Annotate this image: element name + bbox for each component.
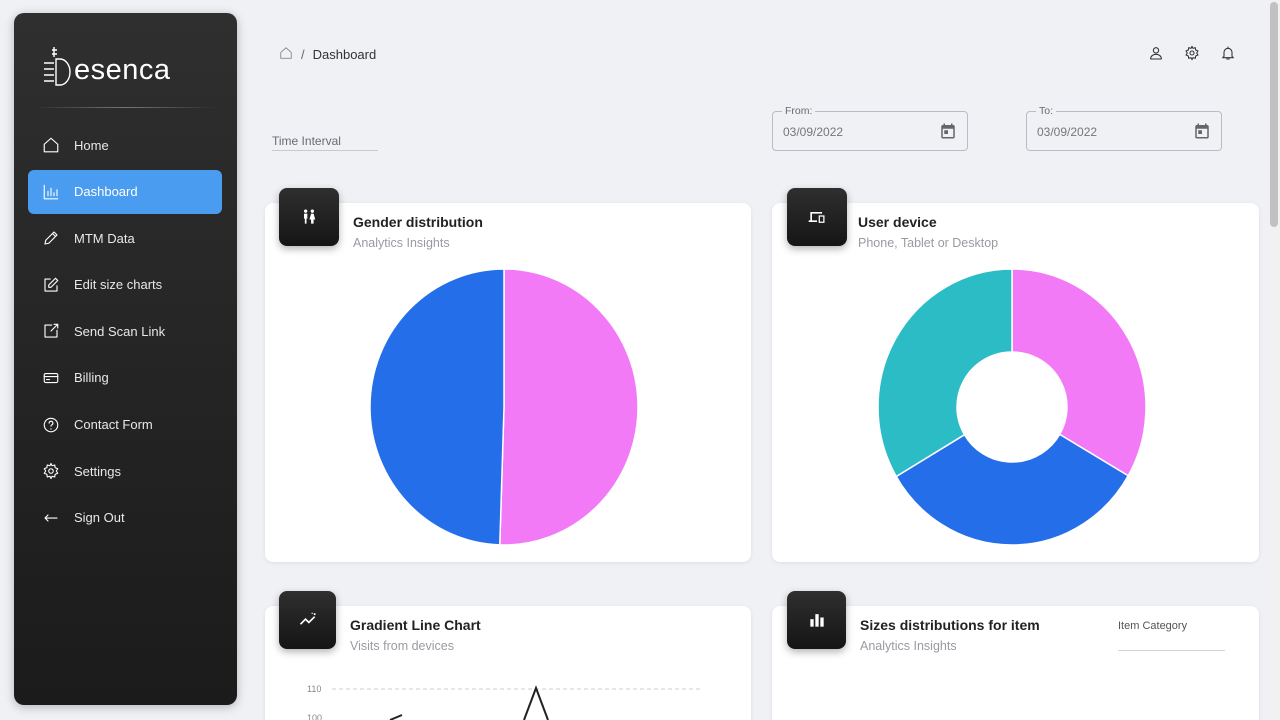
bar-chart-icon	[41, 182, 61, 202]
card-icon	[41, 368, 61, 388]
card-title: Gradient Line Chart	[350, 617, 481, 633]
to-date-label: To:	[1036, 105, 1057, 117]
card-title: Gender distribution	[353, 214, 483, 230]
y-tick-label: 110	[307, 684, 321, 694]
sidebar-item-label: Home	[74, 137, 109, 153]
sidebar-item-label: Edit size charts	[74, 277, 163, 293]
breadcrumb-separator: /	[301, 47, 305, 62]
sidebar-nav: Home Dashboard MTM Data Edit size charts…	[28, 110, 222, 540]
sidebar-item-label: MTM Data	[74, 230, 135, 246]
pencil-icon	[41, 228, 61, 248]
sidebar-item-label: Send Scan Link	[74, 323, 166, 339]
sidebar: esenca Home Dashboard MTM Data Edit size…	[14, 13, 237, 705]
sidebar-item-contact-form[interactable]: Contact Form	[28, 403, 222, 447]
pie-slice-2[interactable]	[877, 268, 1013, 478]
sidebar-item-home[interactable]: Home	[28, 123, 222, 167]
devices-icon	[787, 188, 847, 246]
bell-icon[interactable]	[1220, 45, 1236, 61]
sidebar-item-label: Contact Form	[74, 417, 153, 433]
from-date-value[interactable]: 03/09/2022	[783, 125, 843, 139]
home-icon[interactable]	[279, 46, 293, 63]
card-subtitle: Analytics Insights	[353, 236, 450, 250]
calendar-icon[interactable]	[1193, 122, 1211, 140]
brand-logo[interactable]: esenca	[42, 35, 171, 87]
bar-chart-icon	[787, 591, 846, 649]
user-device-doughnut-chart	[877, 268, 1147, 546]
gradient-line-chart: 110 100	[307, 684, 702, 720]
sidebar-item-label: Sign Out	[74, 510, 125, 526]
sidebar-item-label: Dashboard	[74, 184, 138, 200]
item-category-select[interactable]: Item Category	[1118, 620, 1225, 651]
sidebar-item-label: Settings	[74, 463, 121, 479]
page-scrollbar[interactable]	[1268, 0, 1280, 720]
sidebar-divider	[34, 107, 217, 108]
edit-icon	[41, 275, 61, 295]
sidebar-item-label: Billing	[74, 370, 109, 386]
logo-mark-icon	[44, 47, 71, 86]
sidebar-item-edit-size-charts[interactable]: Edit size charts	[28, 263, 222, 307]
from-date-field[interactable]: From: 03/09/2022	[772, 105, 968, 151]
pie-slice-1[interactable]	[369, 268, 505, 546]
sign-out-icon	[41, 508, 61, 528]
time-interval-select[interactable]: Time Interval	[272, 134, 378, 151]
sidebar-item-mtm-data[interactable]: MTM Data	[28, 216, 222, 260]
pie-slice-0[interactable]	[1011, 268, 1147, 477]
sidebar-item-settings[interactable]: Settings	[28, 449, 222, 493]
sidebar-item-billing[interactable]: Billing	[28, 356, 222, 400]
card-subtitle: Visits from devices	[350, 639, 454, 653]
card-subtitle: Phone, Tablet or Desktop	[858, 236, 999, 250]
from-date-label: From:	[782, 105, 816, 117]
y-tick-label: 100	[307, 713, 322, 720]
breadcrumb-current: Dashboard	[312, 47, 377, 62]
card-title: User device	[858, 214, 937, 230]
card-title: Sizes distributions for item	[860, 617, 1040, 633]
gender-icon	[279, 188, 339, 246]
gear-icon[interactable]	[1184, 45, 1200, 61]
sidebar-item-send-scan-link[interactable]: Send Scan Link	[28, 309, 222, 353]
gear-icon	[41, 461, 61, 481]
calendar-icon[interactable]	[939, 122, 957, 140]
to-date-value[interactable]: 03/09/2022	[1037, 125, 1097, 139]
sidebar-item-sign-out[interactable]: Sign Out	[28, 496, 222, 540]
user-icon[interactable]	[1148, 45, 1164, 61]
series-line	[389, 685, 549, 720]
header-actions	[1148, 45, 1236, 61]
card-subtitle: Analytics Insights	[860, 639, 957, 653]
pie-slice-0[interactable]	[499, 268, 639, 546]
brand-name: esenca	[74, 54, 171, 86]
help-icon	[41, 415, 61, 435]
send-link-icon	[41, 321, 61, 341]
gender-pie-chart	[369, 268, 639, 546]
breadcrumb: / Dashboard	[279, 46, 376, 63]
trending-icon	[279, 591, 336, 649]
sidebar-item-dashboard[interactable]: Dashboard	[28, 169, 222, 214]
home-icon	[41, 135, 61, 155]
to-date-field[interactable]: To: 03/09/2022	[1026, 105, 1222, 151]
scrollbar-thumb[interactable]	[1270, 2, 1278, 227]
